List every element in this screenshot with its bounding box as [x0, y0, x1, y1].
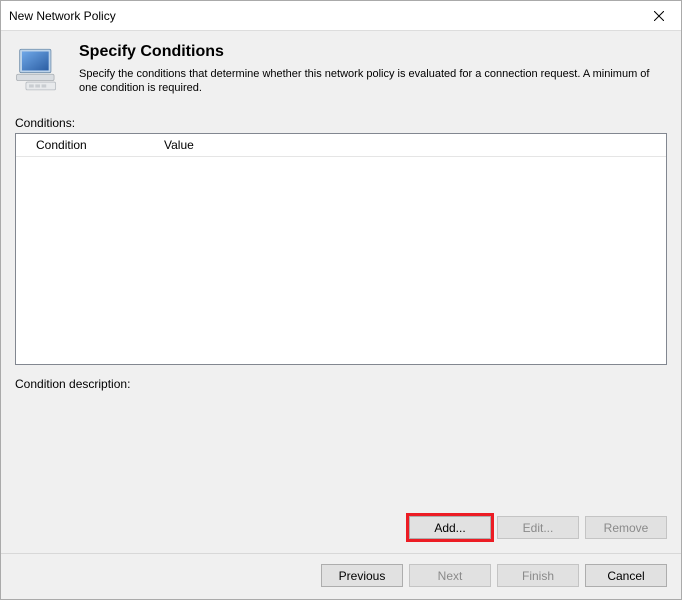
list-header-row: Condition Value: [16, 134, 666, 157]
page-heading: Specify Conditions: [79, 43, 667, 61]
body-area: Conditions: Condition Value Condition de…: [1, 106, 681, 510]
conditions-list[interactable]: Condition Value: [15, 133, 667, 365]
dialog-window: New Network Policy: [0, 0, 682, 600]
finish-button[interactable]: Finish: [497, 564, 579, 587]
dialog-content: Specify Conditions Specify the condition…: [1, 31, 681, 599]
titlebar: New Network Policy: [1, 1, 681, 31]
cancel-button[interactable]: Cancel: [585, 564, 667, 587]
condition-description-text: [15, 391, 667, 431]
column-header-value[interactable]: Value: [156, 136, 666, 154]
window-title: New Network Policy: [9, 9, 116, 23]
previous-button[interactable]: Previous: [321, 564, 403, 587]
condition-buttons-row: Add... Edit... Remove: [1, 510, 681, 553]
conditions-label: Conditions:: [15, 116, 667, 130]
condition-description-label: Condition description:: [15, 377, 667, 391]
header-text: Specify Conditions Specify the condition…: [79, 43, 667, 96]
header-area: Specify Conditions Specify the condition…: [1, 31, 681, 106]
next-button[interactable]: Next: [409, 564, 491, 587]
policy-icon: [15, 43, 65, 96]
add-button[interactable]: Add...: [409, 516, 491, 539]
remove-button[interactable]: Remove: [585, 516, 667, 539]
close-icon: [654, 11, 664, 21]
edit-button[interactable]: Edit...: [497, 516, 579, 539]
page-description: Specify the conditions that determine wh…: [79, 67, 667, 96]
column-header-condition[interactable]: Condition: [16, 136, 156, 154]
close-button[interactable]: [636, 1, 681, 31]
wizard-buttons-row: Previous Next Finish Cancel: [1, 554, 681, 599]
